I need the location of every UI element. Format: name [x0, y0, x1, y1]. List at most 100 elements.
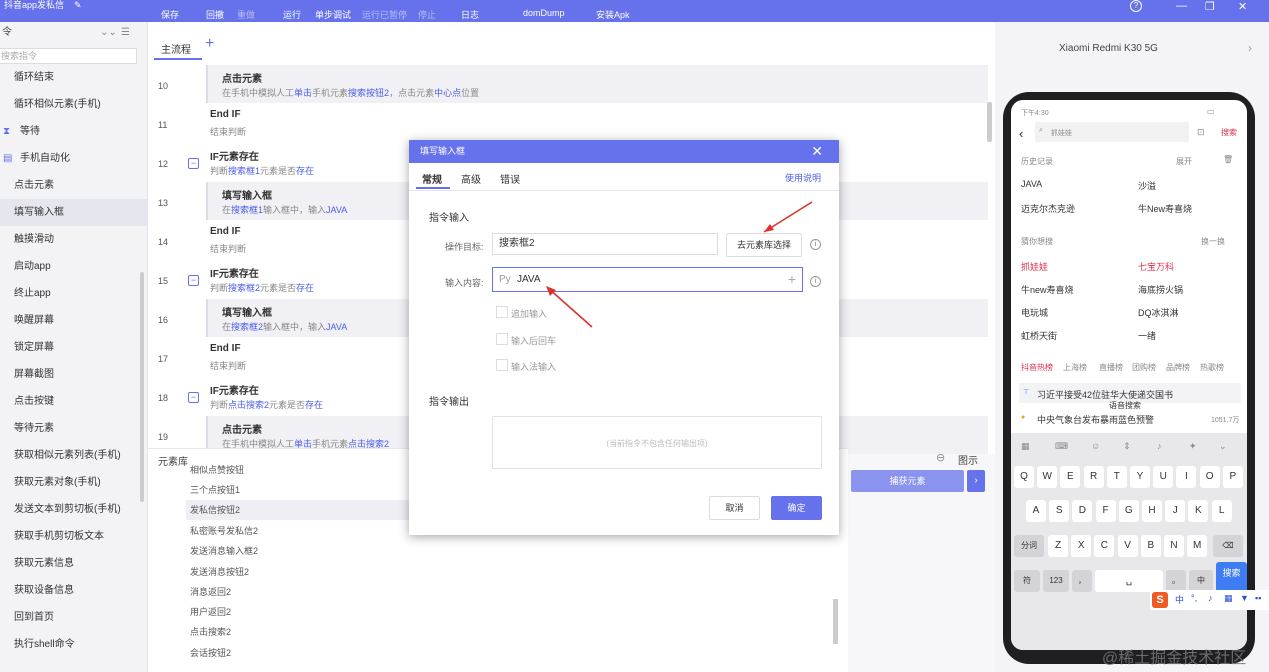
library-item[interactable]: 用户返回2 [190, 605, 231, 618]
append-input-checkbox[interactable] [496, 306, 508, 318]
hot-tab[interactable]: 上海榜 [1063, 362, 1087, 373]
library-item[interactable]: 消息返回2 [190, 585, 231, 598]
grid-icon[interactable]: ▪▪ [1255, 593, 1261, 603]
search-key[interactable]: 搜索 [1216, 562, 1247, 592]
info-icon[interactable]: i [810, 239, 821, 250]
back-icon[interactable]: ‹ [1019, 126, 1023, 141]
sidebar-item[interactable]: 锁定屏幕 [0, 334, 147, 361]
history-item[interactable]: JAVA [1021, 179, 1042, 189]
chevron-down-icon[interactable]: ⌄ [1219, 441, 1227, 452]
guess-item[interactable]: 七宝万科 [1138, 260, 1174, 273]
key[interactable]: E [1060, 466, 1081, 488]
library-item[interactable]: 私密账号发私信2 [190, 524, 258, 537]
library-item[interactable]: 发送消息按钮2 [190, 565, 249, 578]
mic-icon[interactable]: ♪ [1157, 441, 1162, 451]
punct-icon[interactable]: °, [1191, 593, 1197, 603]
close-icon[interactable]: ✕ [811, 140, 823, 162]
target-input[interactable]: 搜索框2 [492, 233, 718, 255]
hot-tab[interactable]: 抖音热榜 [1021, 362, 1053, 373]
library-scrollbar[interactable] [833, 599, 838, 644]
library-item[interactable]: 三个点按钮1 [190, 483, 240, 496]
sidebar-item[interactable]: 终止app [0, 280, 147, 307]
sidebar-item[interactable]: 获取设备信息 [0, 577, 147, 604]
sidebar-item[interactable]: 屏幕截图 [0, 361, 147, 388]
sidebar-item[interactable]: 唤醒屏幕 [0, 307, 147, 334]
chevron-right-icon[interactable]: › [967, 470, 985, 492]
key[interactable]: P [1222, 466, 1243, 488]
toolbar-domdump-button[interactable]: domDump [523, 8, 565, 18]
key[interactable]: Y [1130, 466, 1150, 488]
guess-item[interactable]: 电玩城 [1021, 306, 1048, 319]
toolbar-undo-button[interactable]: 回撤 [206, 8, 224, 21]
guess-item[interactable]: 虹桥天街 [1021, 329, 1057, 342]
collapse-icon[interactable]: − [188, 158, 199, 169]
list-toggle-icon[interactable]: ☰ [121, 22, 130, 44]
command-search-input[interactable]: 搜索指令 [0, 48, 137, 64]
key[interactable]: O [1199, 466, 1220, 488]
sidebar-item[interactable]: 触摸滑动 [0, 226, 147, 253]
keyboard-icon[interactable]: ▦ [1224, 593, 1233, 604]
key[interactable]: R [1083, 466, 1104, 488]
key[interactable]: C [1094, 535, 1115, 557]
sidebar-item[interactable]: 启动app [0, 253, 147, 280]
phone-search-box[interactable]: ⌕ 抓娃娃 [1035, 122, 1189, 142]
toolbar-redo-button[interactable]: 重做 [237, 8, 255, 21]
sidebar-item[interactable]: 循环相似元素(手机) [0, 91, 147, 118]
toolbar-install-apk-button[interactable]: 安装Apk [596, 8, 630, 21]
info-icon[interactable]: i [810, 276, 821, 287]
sidebar-item[interactable]: ⧗ 等待 [0, 118, 147, 145]
symbol-key[interactable]: 符 [1014, 570, 1040, 592]
scan-icon[interactable]: ⊡ [1197, 127, 1205, 138]
sidebar-item[interactable]: 填写输入框 [0, 199, 147, 226]
guess-item[interactable]: 抓娃娃 [1021, 260, 1048, 273]
ime-input-checkbox[interactable] [496, 359, 508, 371]
minus-circle-icon[interactable]: ⊖ [936, 451, 945, 464]
restore-icon[interactable]: ❐ [1205, 0, 1215, 13]
shirt-icon[interactable]: ▼ [1240, 593, 1249, 603]
grid-icon[interactable]: ▦ [1021, 441, 1030, 452]
key[interactable]: K [1188, 500, 1209, 522]
hot-item-text[interactable]: 中央气象台发布暴雨蓝色预警 [1037, 413, 1154, 426]
sidebar-scrollbar[interactable] [140, 272, 144, 502]
split-key[interactable]: 分词 [1014, 535, 1044, 557]
hot-tab[interactable]: 品牌榜 [1166, 362, 1190, 373]
library-item[interactable]: 发送消息输入框2 [190, 544, 258, 557]
sidebar-item[interactable]: 发送文本到剪切板(手机) [0, 496, 147, 523]
guess-item[interactable]: 一绪 [1138, 329, 1156, 342]
help-link[interactable]: 使用说明 [785, 171, 821, 184]
content-input[interactable]: Py JAVA + [492, 267, 803, 292]
key[interactable]: W [1037, 466, 1058, 488]
library-item[interactable]: 会话按钮2 [190, 646, 231, 659]
enter-after-input-checkbox[interactable] [496, 333, 508, 345]
minimize-icon[interactable]: — [1176, 0, 1187, 12]
plus-icon[interactable]: + [788, 269, 796, 289]
tab-main-flow[interactable]: 主流程 [161, 41, 191, 56]
collapse-all-icon[interactable]: ⌄⌄ [100, 22, 117, 44]
guess-item[interactable]: 牛new寿喜烧 [1021, 283, 1074, 296]
key[interactable]: H [1142, 500, 1162, 522]
pick-from-library-button[interactable]: 去元素库选择 [726, 233, 802, 257]
space-key[interactable]: ␣ [1095, 570, 1163, 592]
refresh-label[interactable]: 换一换 [1201, 236, 1225, 247]
toolbar-paused-button[interactable]: 运行已暂停 [362, 8, 407, 21]
history-item[interactable]: 沙溢 [1138, 179, 1156, 192]
phone-search-button[interactable]: 搜索 [1221, 127, 1237, 138]
close-icon[interactable]: ✕ [1238, 0, 1247, 13]
key[interactable]: V [1117, 535, 1138, 557]
key[interactable]: G [1118, 500, 1139, 522]
sidebar-item[interactable]: 获取相似元素列表(手机) [0, 442, 147, 469]
number-key[interactable]: 123 [1043, 570, 1069, 592]
cancel-button[interactable]: 取消 [709, 496, 760, 520]
chevron-right-icon[interactable]: › [1248, 41, 1252, 55]
game-icon[interactable]: ✦ [1189, 441, 1197, 452]
key[interactable]: L [1211, 500, 1232, 522]
sidebar-item[interactable]: 循环结束 [0, 64, 147, 91]
ime-zh-indicator[interactable]: 中 [1175, 593, 1184, 606]
key[interactable]: U [1153, 466, 1174, 488]
sidebar-item[interactable]: 点击按键 [0, 388, 147, 415]
flow-row[interactable]: 10 点击元素 在手机中模拟人工单击手机元素搜索按钮2，点击元素中心点位置 [148, 65, 988, 104]
key[interactable]: Z [1048, 535, 1068, 557]
expand-label[interactable]: 展开 [1176, 156, 1192, 167]
key[interactable]: J [1165, 500, 1186, 522]
library-item[interactable]: 点击搜索2 [190, 625, 231, 638]
